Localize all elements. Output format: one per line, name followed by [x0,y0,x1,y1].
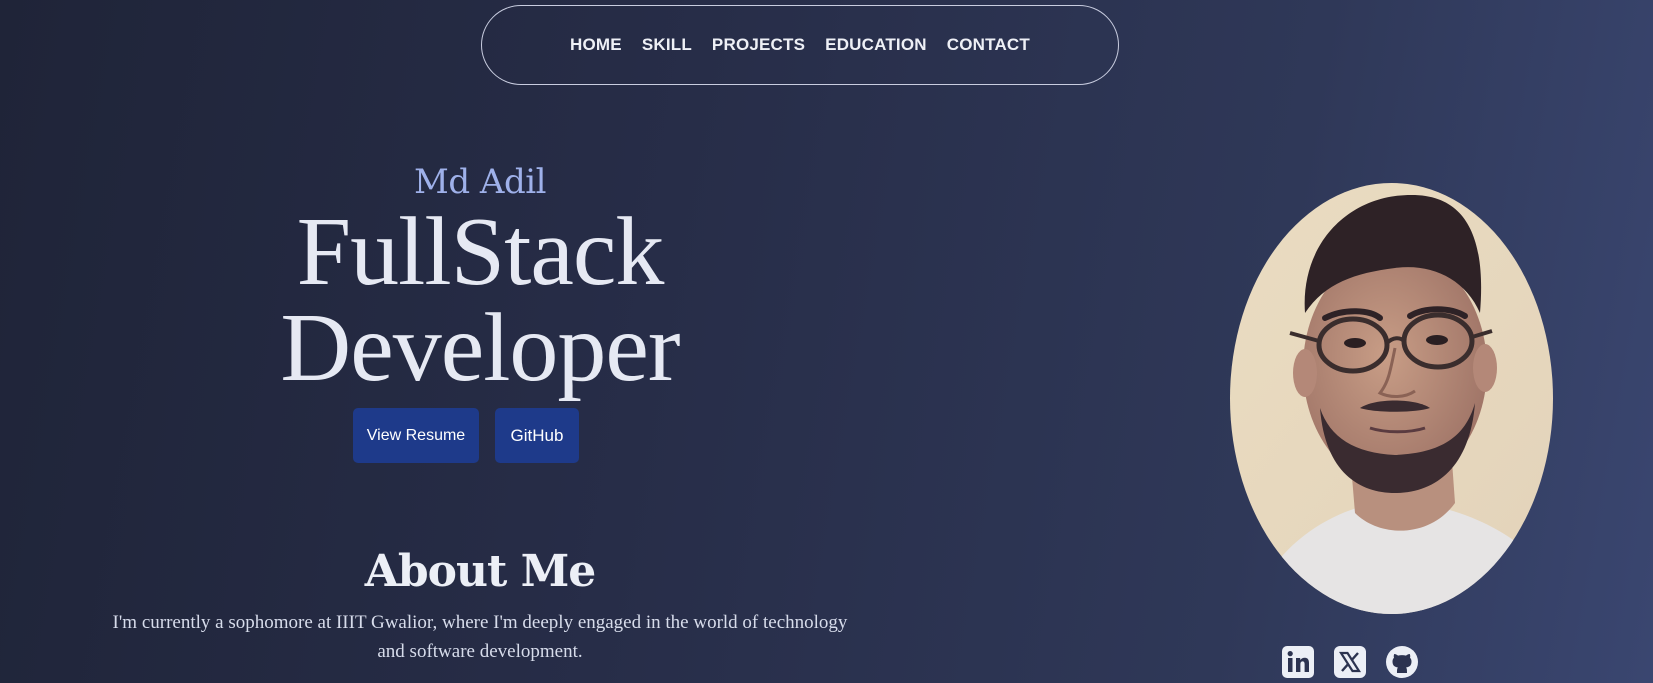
hero-buttons: View Resume GitHub [52,408,880,463]
github-icon[interactable] [1385,645,1419,679]
linkedin-icon[interactable] [1281,645,1315,679]
hero-title-line2: Developer [280,294,680,402]
nav-link-projects[interactable]: PROJECTS [712,35,805,55]
view-resume-button[interactable]: View Resume [353,408,479,463]
developer-name: Md Adil [414,162,546,202]
about-heading: About Me [364,546,597,597]
hero-title: FullStack Developer [80,198,880,402]
nav-link-contact[interactable]: CONTACT [947,35,1030,55]
social-links [1281,645,1419,679]
about-text: I'm currently a sophomore at IIIT Gwalio… [90,608,870,666]
nav-link-education[interactable]: EDUCATION [825,35,927,55]
github-button[interactable]: GitHub [495,408,579,463]
profile-photo [1230,183,1553,614]
nav-link-home[interactable]: HOME [570,35,622,55]
hero-section: Md Adil FullStack Developer View Resume … [80,150,880,463]
hero-title-line1: FullStack [296,198,665,306]
about-text-line2: and software development. [377,641,583,662]
nav-link-skill[interactable]: SKILL [642,35,692,55]
about-section: About Me I'm currently a sophomore at II… [80,540,880,666]
x-twitter-icon[interactable] [1333,645,1367,679]
navbar: HOME SKILL PROJECTS EDUCATION CONTACT [481,5,1119,85]
about-text-line1: I'm currently a sophomore at IIIT Gwalio… [112,612,848,633]
